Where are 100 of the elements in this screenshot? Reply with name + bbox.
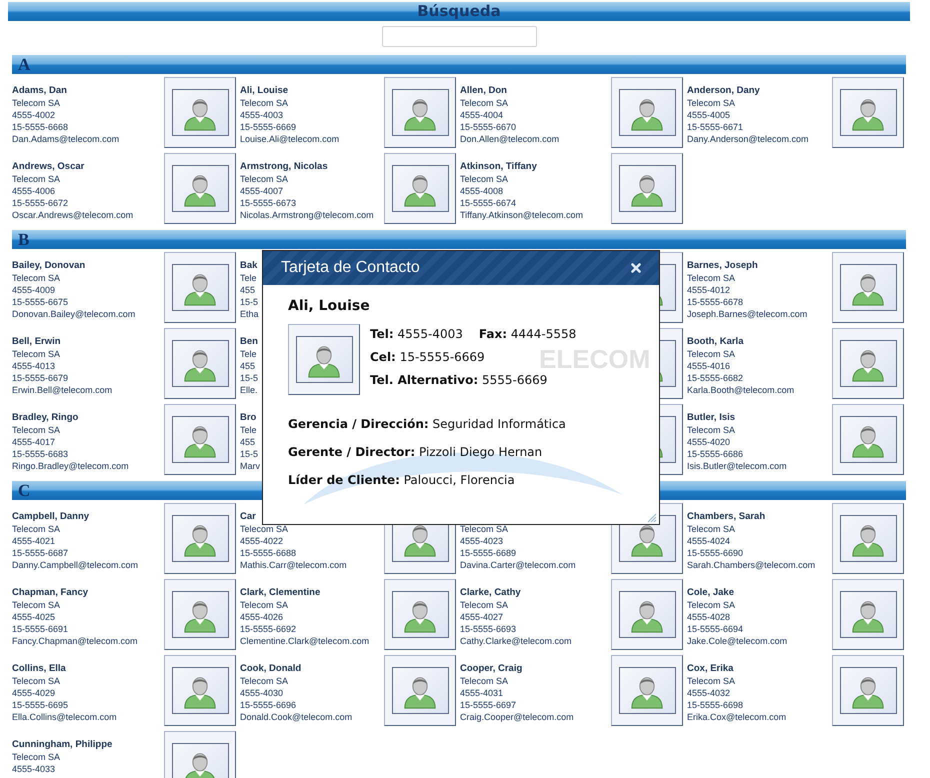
close-icon[interactable] <box>631 263 641 273</box>
phone-text: 4555-4003 <box>240 109 284 121</box>
email-text: Mathis.Carr@telecom.com <box>240 559 347 571</box>
phone-text: 455 <box>240 284 256 296</box>
photo-frame[interactable] <box>611 153 683 224</box>
contact-name: Cooper, Craig <box>460 663 522 675</box>
photo-frame[interactable] <box>832 404 904 475</box>
phone-text: 4555-4024 <box>687 535 730 547</box>
photo-frame[interactable] <box>384 77 456 148</box>
contact-name: Atkinson, Tiffany <box>460 161 537 173</box>
company-text: Telecom SA <box>240 97 288 109</box>
photo-frame[interactable] <box>611 655 683 726</box>
company-text: Telecom SA <box>240 599 288 611</box>
mobile-text: 15-5555-6687 <box>12 547 68 559</box>
mobile-text: 15-5555-6693 <box>460 623 516 635</box>
email-text: Karla.Booth@telecom.com <box>687 384 794 396</box>
contact-name: Booth, Karla <box>687 336 744 348</box>
photo-frame[interactable] <box>164 503 236 574</box>
photo-frame[interactable] <box>832 252 904 323</box>
phone-text: 4555-4020 <box>687 436 730 448</box>
company-text: Telecom SA <box>12 348 60 360</box>
company-text: Telecom SA <box>460 97 508 109</box>
contact-name: Adams, Dan <box>12 85 67 97</box>
photo-frame[interactable] <box>288 324 360 395</box>
photo-frame[interactable] <box>832 655 904 726</box>
contact-name: Ben <box>240 336 258 348</box>
photo-frame[interactable] <box>611 77 683 148</box>
contact-name: Armstrong, Nicolas <box>240 161 328 173</box>
contact-name: Clarke, Cathy <box>460 587 521 599</box>
company-text: Telecom SA <box>240 173 288 185</box>
mobile-text: 15-5555-6698 <box>687 699 744 711</box>
email-text: Elle. <box>240 384 258 396</box>
contact-name: Ali, Louise <box>240 85 288 97</box>
mobile-text: 15-5 <box>240 448 258 460</box>
email-text: Dany.Anderson@telecom.com <box>687 133 809 145</box>
photo-frame[interactable] <box>164 252 236 323</box>
photo-frame[interactable] <box>384 153 456 224</box>
email-text: Erika.Cox@telecom.com <box>687 711 786 723</box>
contact-name: Collins, Ella <box>12 663 66 675</box>
mobile-text: 15-5555-6692 <box>240 623 296 635</box>
photo-frame[interactable] <box>384 579 456 650</box>
email-text: Don.Allen@telecom.com <box>460 133 560 145</box>
mobile-text: 15-5555-6697 <box>460 699 516 711</box>
company-text: Telecom SA <box>460 599 508 611</box>
phone-text: 4555-4032 <box>687 687 730 699</box>
mobile-text: 15-5555-6671 <box>687 121 744 133</box>
contact-name: Bailey, Donovan <box>12 260 86 272</box>
photo-frame[interactable] <box>164 153 236 224</box>
photo-frame[interactable] <box>164 328 236 399</box>
email-text: Nicolas.Armstrong@telecom.com <box>240 209 374 221</box>
mobile-text: 15-5555-6670 <box>460 121 516 133</box>
contact-field: Fax: 4444-5558 <box>478 326 576 342</box>
company-text: Telecom SA <box>12 272 60 284</box>
company-text: Telecom SA <box>12 424 60 436</box>
photo-frame[interactable] <box>832 328 904 399</box>
email-text: Etha <box>240 308 259 320</box>
photo-frame[interactable] <box>164 579 236 650</box>
email-text: Oscar.Andrews@telecom.com <box>12 209 134 221</box>
contact-name: Clark, Clementine <box>240 587 320 599</box>
detail-field: Líder de Cliente: Paloucci, Florencia <box>288 472 515 488</box>
email-text: Ella.Collins@telecom.com <box>12 711 117 723</box>
phone-text: 4555-4007 <box>240 185 284 197</box>
phone-text: 4555-4006 <box>12 185 56 197</box>
company-text: Telecom SA <box>687 523 736 535</box>
phone-text: 4555-4028 <box>687 611 730 623</box>
photo-frame[interactable] <box>164 77 236 148</box>
email-text: Cathy.Clarke@telecom.com <box>460 635 572 647</box>
contact-field: Tel. Alternativo: 5555-6669 <box>370 372 548 388</box>
email-text: Jake.Cole@telecom.com <box>687 635 788 647</box>
phone-text: 4555-4002 <box>12 109 56 121</box>
photo-frame[interactable] <box>611 579 683 650</box>
photo-frame[interactable] <box>164 404 236 475</box>
email-text: Donald.Cook@telecom.com <box>240 711 352 723</box>
mobile-text: 15-5555-6669 <box>240 121 296 133</box>
mobile-text: 15-5555-6694 <box>687 623 744 635</box>
contact-name: Bak <box>240 260 258 272</box>
contact-name: Cunningham, Philippe <box>12 739 112 751</box>
photo-frame[interactable] <box>164 655 236 726</box>
mobile-text: 15-5555-6674 <box>460 197 516 209</box>
company-text: Tele <box>240 348 257 360</box>
mobile-text: 15-5555-6686 <box>687 448 744 460</box>
email-text: Ringo.Bradley@telecom.com <box>12 460 129 472</box>
email-text: Craig.Cooper@telecom.com <box>460 711 574 723</box>
photo-frame[interactable] <box>832 77 904 148</box>
mobile-text: 15-5 <box>240 296 258 308</box>
contact-name: Anderson, Dany <box>687 85 760 97</box>
mobile-text: 15-5555-6679 <box>12 372 68 384</box>
detail-field: Gerencia / Dirección: Seguridad Informática <box>288 416 566 432</box>
search-field[interactable] <box>382 26 537 47</box>
company-text: Telecom SA <box>240 523 288 535</box>
email-text: Davina.Carter@telecom.com <box>460 559 576 571</box>
photo-frame[interactable] <box>832 503 904 574</box>
dialog-title: Tarjeta de Contacto <box>281 258 420 278</box>
phone-text: 4555-4009 <box>12 284 56 296</box>
resize-grip-icon[interactable] <box>646 512 657 523</box>
photo-frame[interactable] <box>832 579 904 650</box>
photo-frame[interactable] <box>384 655 456 726</box>
phone-text: 4555-4029 <box>12 687 56 699</box>
phone-text: 4555-4013 <box>12 360 56 372</box>
contact-name: Bell, Erwin <box>12 336 61 348</box>
